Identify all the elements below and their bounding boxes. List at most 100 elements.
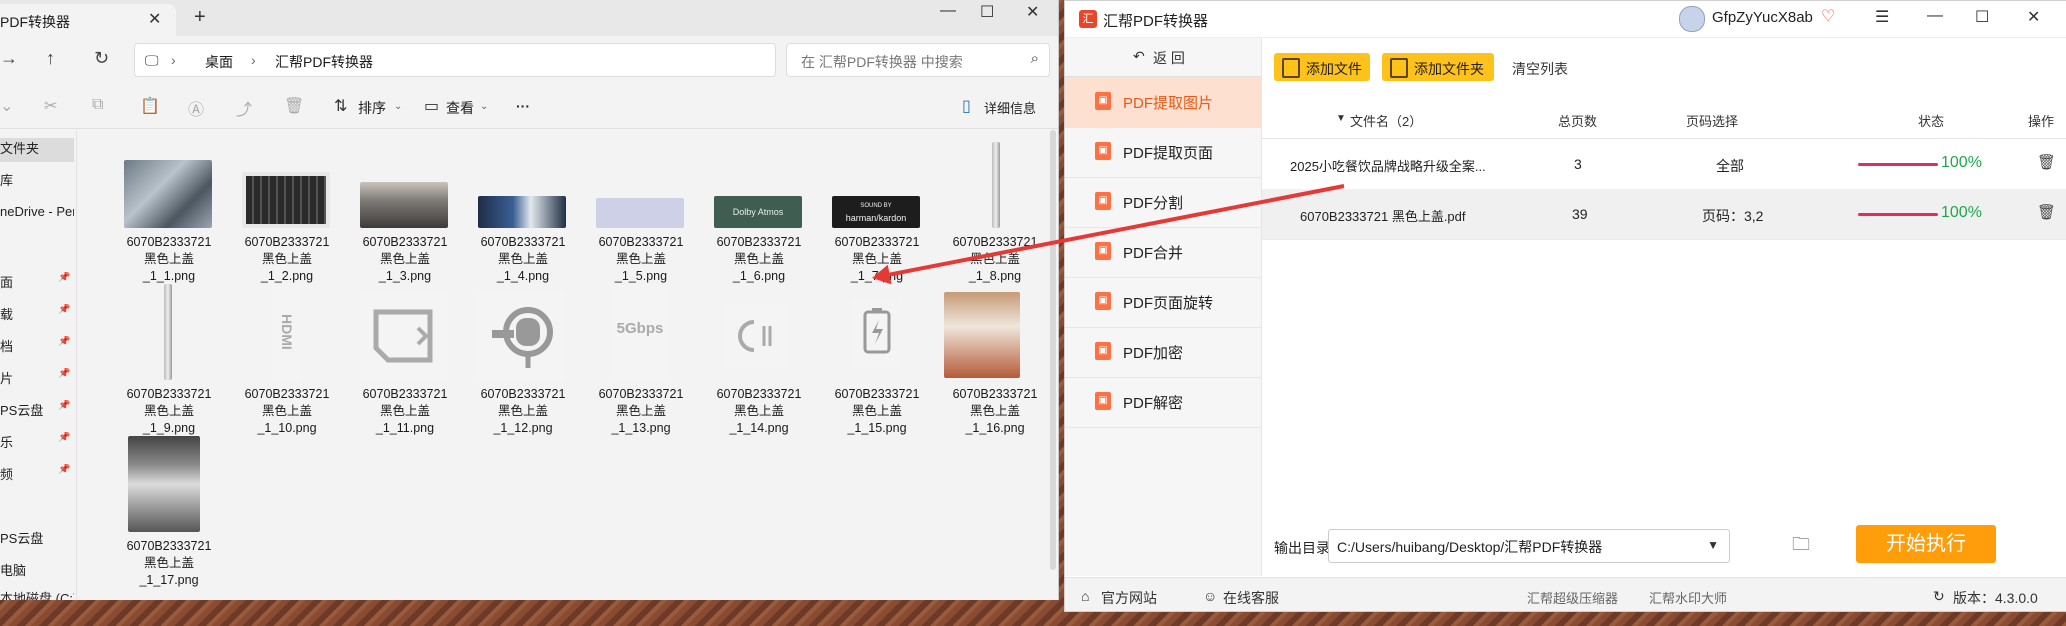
- nav-item[interactable]: 片 📌: [0, 368, 74, 392]
- sidebar-item-extract-images[interactable]: ▣ PDF提取图片: [1065, 77, 1261, 128]
- file-item[interactable]: HDMI 6070B2333721 黑色上盖 _1_10.png: [228, 284, 338, 435]
- nav-item[interactable]: 载 📌: [0, 304, 74, 328]
- minimize-icon[interactable]: —: [1927, 7, 1943, 25]
- vertical-scrollbar[interactable]: [1050, 130, 1056, 570]
- pin-icon: 📌: [58, 400, 71, 411]
- more-options-button[interactable]: ···: [516, 98, 530, 114]
- pin-icon: 📌: [58, 432, 71, 443]
- nav-item[interactable]: neDrive - Per: [0, 204, 74, 228]
- close-window-icon[interactable]: ✕: [2027, 7, 2040, 27]
- nav-item[interactable]: PS云盘: [0, 528, 74, 552]
- add-file-button[interactable]: 添加文件: [1274, 53, 1370, 81]
- file-item[interactable]: 6070B2333721 黑色上盖 _1_16.png: [936, 284, 1046, 435]
- maximize-icon[interactable]: ☐: [980, 2, 994, 22]
- menu-icon[interactable]: ☰: [1875, 7, 1889, 27]
- breadcrumb-desktop[interactable]: 桌面: [205, 52, 233, 72]
- delete-row-icon[interactable]: 🗑: [2037, 203, 2056, 221]
- nav-item[interactable]: 本地磁盘 (C:): [0, 588, 74, 600]
- table-row[interactable]: 2025小吃餐饮品牌战略升级全案... 3 全部 100% 🗑: [1262, 139, 2066, 190]
- file-item[interactable]: 6070B2333721 黑色上盖 _1_4.png: [464, 132, 574, 283]
- pin-icon: 📌: [58, 272, 71, 283]
- delete-row-icon[interactable]: 🗑: [2037, 153, 2056, 171]
- rename-icon[interactable]: Ⓐ: [188, 96, 204, 120]
- sort-desc-icon[interactable]: ▼: [1336, 113, 1346, 124]
- file-item[interactable]: SOUND BY harman/kardon 6070B2333721 黑色上盖 _1…: [818, 132, 928, 283]
- file-item[interactable]: 6070B2333721 黑色上盖 _1_2.png: [228, 132, 338, 283]
- close-tab-icon[interactable]: ✕: [148, 9, 161, 29]
- sidebar-item-merge[interactable]: ▣ PDF合并: [1065, 227, 1261, 278]
- explorer-tab[interactable]: PDF转换器 ✕: [0, 4, 176, 36]
- address-bar[interactable]: 🖵 › 桌面 › 汇帮PDF转换器: [134, 43, 776, 77]
- online-support-link[interactable]: 在线客服: [1223, 588, 1279, 608]
- file-item[interactable]: 6070B2333721 黑色上盖 _1_9.png: [110, 284, 220, 435]
- sidebar-item-decrypt[interactable]: ▣ PDF解密: [1065, 377, 1261, 428]
- file-table-header: ▼ 文件名（2） 总页数 页码选择 状态 操作: [1262, 100, 2066, 139]
- chevron-down-icon: ⌄: [394, 101, 403, 112]
- nav-item[interactable]: 库: [0, 170, 74, 194]
- file-item[interactable]: 6070B2333721 黑色上盖 _1_17.png: [110, 436, 220, 587]
- add-folder-icon: [1390, 58, 1408, 78]
- nav-item[interactable]: 文件夹: [0, 138, 74, 162]
- file-item[interactable]: 6070B2333721 黑色上盖 _1_15.png: [818, 284, 928, 435]
- copy-icon[interactable]: ⧉: [92, 96, 103, 114]
- table-row[interactable]: 6070B2333721 黑色上盖.pdf 39 页码：3,2 100% 🗑: [1262, 189, 2066, 240]
- open-folder-icon[interactable]: 🗀: [1792, 532, 1810, 562]
- nav-item[interactable]: 电脑: [0, 560, 74, 584]
- status-percent: 100%: [1941, 154, 1982, 171]
- file-item[interactable]: 6070B2333721 黑色上盖 _1_11.png: [346, 284, 456, 435]
- search-icon[interactable]: ⌕: [1031, 50, 1039, 67]
- back-button[interactable]: ↶ 返 回: [1065, 38, 1261, 77]
- sort-button[interactable]: 排序: [358, 98, 386, 118]
- navigation-pane: 文件夹 库 neDrive - Per 面 📌 载 📌 档 📌 片 📌 PS云盘 📌 乐 📌…: [0, 130, 77, 600]
- nav-item[interactable]: 面 📌: [0, 272, 74, 296]
- username[interactable]: GfpZyYucX8ab: [1712, 9, 1813, 26]
- file-item[interactable]: 6070B2333721 黑色上盖 _1_8.png: [936, 132, 1046, 283]
- official-website-link[interactable]: 官方网站: [1101, 588, 1157, 608]
- details-button[interactable]: 详细信息: [984, 98, 1036, 117]
- minimize-icon[interactable]: —: [940, 2, 956, 20]
- sidebar-item-encrypt[interactable]: ▣ PDF加密: [1065, 327, 1261, 378]
- file-item[interactable]: 6070B2333721 黑色上盖 _1_12.png: [464, 284, 574, 435]
- nav-item[interactable]: PS云盘 📌: [0, 400, 74, 424]
- file-item[interactable]: 6070B2333721 黑色上盖 _1_14.png: [700, 284, 810, 435]
- nav-item[interactable]: 档 📌: [0, 336, 74, 360]
- watermark-link[interactable]: 汇帮水印大师: [1649, 588, 1727, 607]
- sidebar-item-split[interactable]: ▣ PDF分割: [1065, 177, 1261, 228]
- delete-icon[interactable]: 🗑: [284, 96, 304, 116]
- file-item[interactable]: 6070B2333721 黑色上盖 _1_3.png: [346, 132, 456, 283]
- breadcrumb-folder[interactable]: 汇帮PDF转换器: [275, 52, 373, 72]
- output-dir-select[interactable]: C:/Users/huibang/Desktop/汇帮PDF转换器 ▼: [1328, 529, 1730, 563]
- share-icon[interactable]: ⤴: [236, 96, 252, 120]
- page-selection-cell[interactable]: 全部: [1716, 156, 1744, 176]
- clear-list-button[interactable]: 清空列表: [1512, 59, 1568, 79]
- file-item[interactable]: Dolby Atmos 6070B2333721 黑色上盖 _1_6.png: [700, 132, 810, 283]
- start-button[interactable]: 开始执行: [1856, 525, 1996, 563]
- file-item[interactable]: 6070B2333721 黑色上盖 _1_5.png: [582, 132, 692, 283]
- sidebar-item-extract-pages[interactable]: ▣ PDF提取页面: [1065, 127, 1261, 178]
- close-window-icon[interactable]: ✕: [1026, 2, 1039, 22]
- computer-icon: 🖵: [145, 52, 159, 68]
- page-count-cell: 39: [1572, 206, 1588, 222]
- compressor-link[interactable]: 汇帮超级压缩器: [1527, 588, 1618, 607]
- page-selection-cell[interactable]: 页码：3,2: [1702, 206, 1763, 226]
- forward-icon[interactable]: →: [0, 48, 18, 69]
- cut-icon[interactable]: ✂: [44, 96, 57, 116]
- nav-item[interactable]: 频 📌: [0, 464, 74, 488]
- maximize-icon[interactable]: ☐: [1975, 7, 1989, 27]
- view-button[interactable]: 查看: [446, 98, 474, 118]
- add-folder-button[interactable]: 添加文件夹: [1382, 53, 1494, 81]
- nav-item[interactable]: 乐 📌: [0, 432, 74, 456]
- avatar[interactable]: [1679, 6, 1705, 32]
- column-header-name[interactable]: 文件名（2）: [1350, 111, 1422, 130]
- new-tab-icon[interactable]: +: [194, 6, 206, 29]
- search-box[interactable]: 在 汇帮PDF转换器 中搜索 ⌕: [786, 43, 1050, 77]
- paste-icon[interactable]: 📋: [140, 96, 160, 116]
- file-item[interactable]: 5Gbps 6070B2333721 黑色上盖 _1_13.png: [582, 284, 692, 435]
- up-icon[interactable]: ↑: [46, 48, 55, 69]
- new-menu-icon[interactable]: ⌄: [0, 96, 13, 116]
- image-thumbnail: SOUND BY harman/kardon: [832, 196, 920, 228]
- sort-icon: ⇅: [334, 98, 348, 115]
- sidebar-item-rotate[interactable]: ▣ PDF页面旋转: [1065, 277, 1261, 328]
- refresh-icon[interactable]: ↻: [94, 48, 109, 69]
- file-item[interactable]: 6070B2333721 黑色上盖 _1_1.png: [110, 132, 220, 283]
